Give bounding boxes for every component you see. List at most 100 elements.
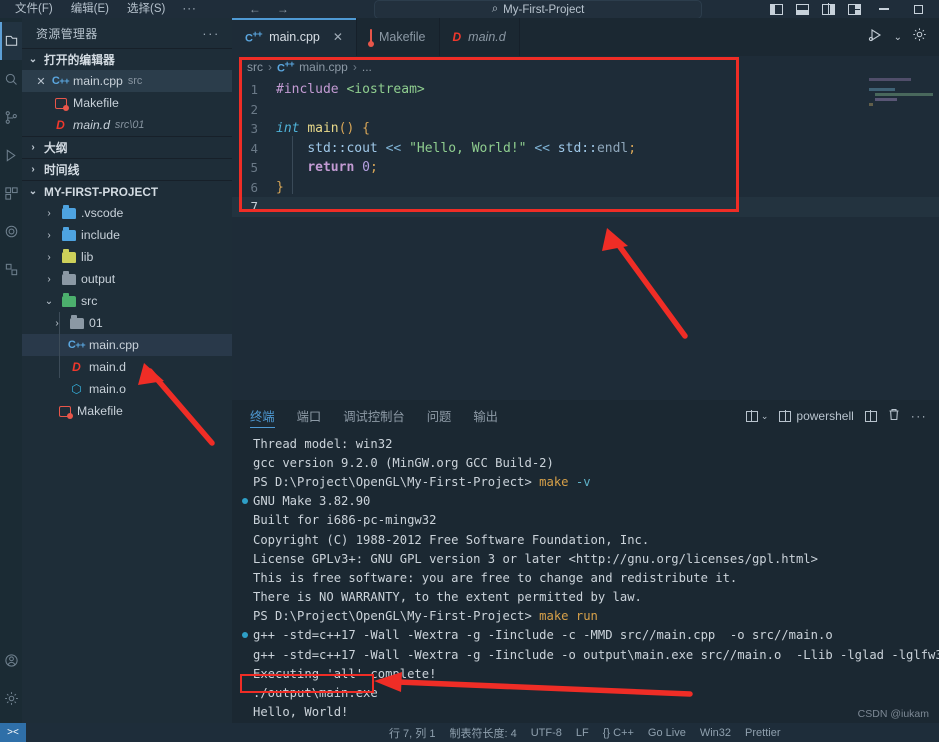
section-outline[interactable]: › 大纲 <box>22 136 232 158</box>
panel-tab-terminal[interactable]: 终端 <box>250 400 275 432</box>
close-icon[interactable]: ✕ <box>333 30 343 44</box>
breadcrumb: src › C++ main.cpp › ... <box>232 56 939 78</box>
tree-item-output[interactable]: › output <box>22 268 232 290</box>
open-editor-label: Makefile <box>73 96 119 110</box>
watermark: CSDN @iukam <box>857 708 929 720</box>
minimap[interactable] <box>869 78 939 228</box>
back-arrow-icon[interactable]: ← <box>249 2 261 16</box>
section-project-root[interactable]: ⌄ MY-FIRST-PROJECT <box>22 180 232 202</box>
explorer-sidebar: 资源管理器 ··· ⌄ 打开的编辑器 ✕ C ++ main.cpp src Ma… <box>22 18 232 723</box>
tree-item-lib[interactable]: › lib <box>22 246 232 268</box>
open-editor-main-cpp[interactable]: ✕ C ++ main.cpp src <box>22 70 232 92</box>
close-icon[interactable]: ✕ <box>34 75 48 88</box>
tree-item-main-o[interactable]: ⬡ main.o <box>22 378 232 400</box>
menu-more[interactable]: ··· <box>174 0 205 18</box>
tree-item-src[interactable]: ⌄ src <box>22 290 232 312</box>
terminal-line-text: g++ -std=c++17 -Wall -Wextra -g -Iinclud… <box>253 647 939 662</box>
code-line: 2 <box>232 100 939 120</box>
forward-arrow-icon[interactable]: → <box>277 2 289 16</box>
status-language-mode[interactable]: {} C++ <box>596 727 641 739</box>
activity-manage-gear-icon[interactable] <box>0 679 22 717</box>
toggle-secondary-sidebar-button[interactable] <box>815 0 841 18</box>
activity-source-control-icon[interactable] <box>0 98 22 136</box>
menu-selection[interactable]: 选择(S) <box>118 0 174 18</box>
terminal-command: make <box>539 474 576 489</box>
d-icon: D <box>56 118 65 132</box>
activity-run-debug-icon[interactable] <box>0 136 22 174</box>
terminal-line-text: GNU Make 3.82.90 <box>253 494 371 509</box>
tab-main-cpp[interactable]: C++ main.cpp ✕ <box>232 18 357 56</box>
activity-extensions-icon[interactable] <box>0 174 22 212</box>
chevron-down-icon[interactable]: ⌄ <box>894 32 902 43</box>
code-line: 6 } <box>232 178 939 198</box>
tab-main-d[interactable]: D main.d <box>439 18 520 56</box>
activity-remote-icon[interactable] <box>0 250 22 288</box>
tree-item-01[interactable]: › 01 <box>22 312 232 334</box>
line-content: } <box>276 179 284 195</box>
breadcrumb-symbols[interactable]: ... <box>362 60 372 74</box>
status-go-live[interactable]: Go Live <box>641 727 693 739</box>
editor-tab-bar: C++ main.cpp ✕ Makefile D main.d ⌄ <box>232 18 939 56</box>
activity-explorer-icon[interactable] <box>0 22 22 60</box>
toggle-primary-sidebar-button[interactable] <box>763 0 789 18</box>
menu-file[interactable]: 文件(F) <box>6 0 62 18</box>
active-terminal-powershell[interactable]: powershell <box>779 409 854 423</box>
toggle-panel-button[interactable] <box>789 0 815 18</box>
line-number: 1 <box>250 82 258 98</box>
breadcrumb-file[interactable]: main.cpp <box>299 60 348 74</box>
command-center-search[interactable]: ⌕ My-First-Project <box>374 0 702 18</box>
terminal-line-text: There is NO WARRANTY, to the extent perm… <box>253 590 642 605</box>
breadcrumb-separator: › <box>352 60 357 74</box>
terminal-line: PS D:\Project\OpenGL\My-First-Project> m… <box>242 472 939 491</box>
gear-icon[interactable] <box>912 27 927 47</box>
launch-profile-button[interactable]: ⌄ <box>745 410 768 422</box>
status-eol[interactable]: LF <box>569 727 596 739</box>
tree-item-label: src <box>81 294 98 308</box>
section-open-editors[interactable]: ⌄ 打开的编辑器 <box>22 48 232 70</box>
tree-item-makefile[interactable]: Makefile <box>22 400 232 422</box>
panel-tab-problems[interactable]: 问题 <box>427 400 452 432</box>
chevron-right-icon: › <box>47 207 51 219</box>
terminal-arg: -v <box>575 474 591 489</box>
section-timeline[interactable]: › 时间线 <box>22 158 232 180</box>
open-editor-main-d[interactable]: D main.d src\01 <box>22 114 232 136</box>
tab-makefile[interactable]: Makefile <box>356 18 440 56</box>
code-editor[interactable]: 1 #include <iostream> 2 3 int main() { 4… <box>232 78 939 217</box>
maximize-button[interactable] <box>901 0 935 18</box>
tree-item-include[interactable]: › include <box>22 224 232 246</box>
menu-edit[interactable]: 编辑(E) <box>62 0 118 18</box>
breadcrumb-src[interactable]: src <box>247 60 263 74</box>
activity-search-icon[interactable] <box>0 60 22 98</box>
status-encoding[interactable]: UTF-8 <box>524 727 569 739</box>
panel-tab-output[interactable]: 输出 <box>473 400 498 432</box>
folder-icon <box>69 314 84 331</box>
tree-item-main-d[interactable]: D main.d <box>22 356 232 378</box>
menu-bar: 文件(F) 编辑(E) 选择(S) ··· <box>0 0 205 18</box>
status-cursor-position[interactable]: 行 7, 列 1 <box>382 725 442 741</box>
terminal-line: gcc version 9.2.0 (MinGW.org GCC Build-2… <box>242 453 939 472</box>
panel-more-actions-icon[interactable]: ··· <box>911 409 927 423</box>
activity-settings-icon[interactable] <box>0 212 22 250</box>
customize-layout-button[interactable] <box>841 0 867 18</box>
tree-item-main-cpp[interactable]: C ++ main.cpp <box>22 334 232 356</box>
status-platform[interactable]: Win32 <box>693 727 738 739</box>
status-indentation[interactable]: 制表符长度: 4 <box>442 725 523 741</box>
search-value: My-First-Project <box>503 3 585 16</box>
panel-tab-debug-console[interactable]: 调试控制台 <box>343 400 405 432</box>
remote-window-indicator[interactable]: >< <box>0 723 26 742</box>
run-and-debug-icon[interactable] <box>868 27 884 48</box>
open-editor-makefile[interactable]: Makefile <box>22 92 232 114</box>
makefile-icon <box>53 96 69 111</box>
tree-item-vscode[interactable]: › .vscode <box>22 202 232 224</box>
terminal-line: g++ -std=c++17 -Wall -Wextra -g -Iinclud… <box>242 645 939 664</box>
minimize-button[interactable] <box>867 0 901 18</box>
status-prettier[interactable]: Prettier <box>738 727 787 739</box>
panel-tab-ports[interactable]: 端口 <box>297 400 322 432</box>
editor-actions: ⌄ <box>868 18 939 56</box>
terminal-output[interactable]: Thread model: win32 gcc version 9.2.0 (M… <box>232 432 939 723</box>
cpp-icon: C++ <box>51 75 70 87</box>
activity-accounts-icon[interactable] <box>0 641 22 679</box>
sidebar-more-actions-icon[interactable]: ··· <box>202 26 220 41</box>
kill-terminal-icon[interactable] <box>888 408 900 424</box>
split-terminal-icon[interactable] <box>864 410 877 422</box>
